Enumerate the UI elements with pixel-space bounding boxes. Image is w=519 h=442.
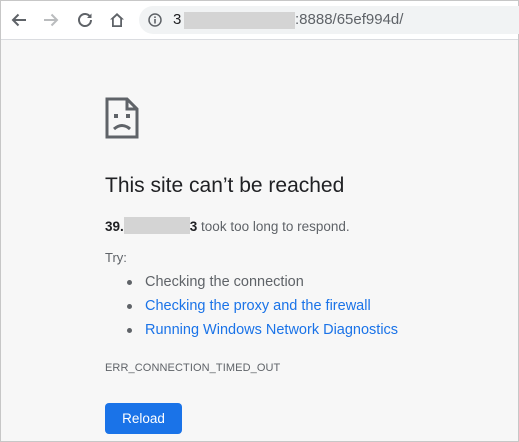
host-redaction — [123, 217, 190, 234]
bullet-icon — [127, 304, 132, 309]
network-diagnostics-link[interactable]: Running Windows Network Diagnostics — [145, 319, 398, 341]
error-code: ERR_CONNECTION_TIMED_OUT — [105, 362, 281, 374]
address-bar[interactable]: 3 :8888/65ef994d/ — [139, 6, 519, 34]
url-host-visible: 3 — [173, 11, 182, 28]
detail-text: took too long to respond. — [197, 219, 350, 234]
error-heading: This site can’t be reached — [105, 174, 345, 197]
bullet-icon — [127, 328, 132, 333]
error-detail: 39. 3 took too long to respond. — [105, 217, 350, 236]
url-path: :8888/65ef994d/ — [295, 11, 404, 28]
home-button[interactable] — [106, 9, 128, 31]
info-icon[interactable] — [148, 13, 162, 27]
home-icon — [110, 13, 124, 27]
reload-page-button[interactable] — [74, 9, 96, 31]
host-visible-prefix: 39. — [105, 219, 124, 234]
proxy-firewall-link[interactable]: Checking the proxy and the firewall — [145, 295, 371, 317]
suggestion-text: Checking the connection — [145, 274, 304, 290]
back-arrow-icon — [11, 13, 26, 27]
reload-icon — [78, 13, 92, 27]
back-button[interactable] — [8, 9, 30, 31]
browser-toolbar: 3 :8888/65ef994d/ — [1, 1, 519, 40]
browser-window: 3 :8888/65ef994d/ This site can’t be rea… — [0, 0, 519, 442]
sad-page-icon — [105, 97, 139, 139]
forward-button[interactable] — [40, 9, 62, 31]
url-redaction — [184, 12, 295, 29]
reload-button[interactable]: Reload — [105, 403, 182, 434]
forward-arrow-icon — [44, 13, 59, 27]
bullet-icon — [127, 280, 132, 285]
try-label: Try: — [105, 250, 127, 265]
